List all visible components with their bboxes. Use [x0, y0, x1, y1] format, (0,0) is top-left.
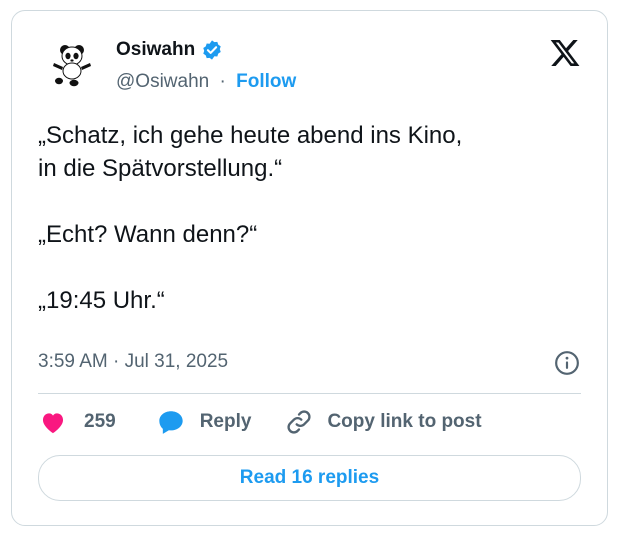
- x-logo-icon[interactable]: [549, 37, 581, 69]
- heart-icon: [42, 413, 64, 434]
- tweet-line: „19:45 Uhr.“: [38, 287, 165, 314]
- tweet-line: „Schatz, ich gehe heute abend ins Kino,: [38, 122, 463, 149]
- separator-dot: ·: [219, 71, 226, 92]
- author-name-row: Osiwahn: [116, 39, 223, 61]
- info-icon[interactable]: [554, 350, 580, 376]
- read-replies-button[interactable]: Read 16 replies: [38, 455, 581, 501]
- reply-button[interactable]: Reply: [156, 408, 252, 436]
- copy-link-label: Copy link to post: [327, 411, 482, 432]
- verified-badge-icon: [203, 40, 221, 60]
- tweet-timestamp[interactable]: 3:59 AM · Jul 31, 2025: [38, 351, 228, 373]
- like-count: 259: [84, 411, 116, 432]
- tweet-text: „Schatz, ich gehe heute abend ins Kino, …: [38, 119, 583, 317]
- like-button[interactable]: 259: [38, 408, 116, 436]
- tweet-line: „Echt? Wann denn?“: [38, 221, 258, 248]
- divider: [38, 393, 581, 394]
- tweet-card: Osiwahn @Osiwahn · Follow „Schatz, ich g…: [11, 10, 608, 526]
- avatar[interactable]: [48, 41, 96, 89]
- copy-link-button[interactable]: Copy link to post: [285, 408, 482, 436]
- tweet-line: in die Spätvorstellung.“: [38, 155, 283, 182]
- reply-label: Reply: [199, 411, 252, 432]
- reply-bubble-icon: [159, 411, 183, 434]
- author-handle-row: @Osiwahn · Follow: [116, 71, 296, 93]
- author-display-name[interactable]: Osiwahn: [116, 39, 195, 61]
- follow-button[interactable]: Follow: [236, 71, 296, 92]
- link-icon: [287, 410, 312, 434]
- author-handle[interactable]: @Osiwahn: [116, 71, 209, 92]
- action-bar: 259 Reply Copy link to post: [38, 407, 482, 437]
